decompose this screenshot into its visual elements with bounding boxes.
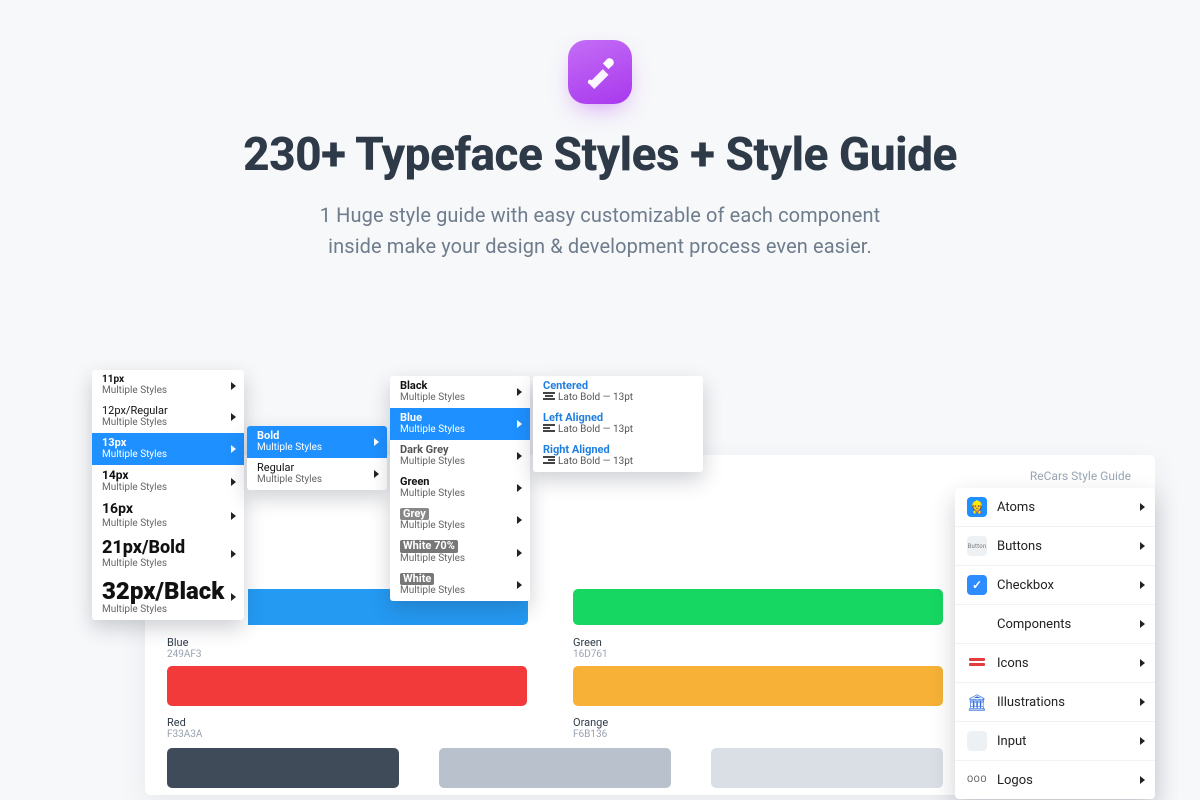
chevron-right-icon: [231, 445, 236, 453]
app-icon: [568, 40, 632, 104]
chevron-right-icon: [517, 484, 522, 492]
sidebar-item-label: Icons: [997, 656, 1029, 671]
atoms-icon: 👷: [967, 497, 987, 517]
sidebar-item-icons[interactable]: Icons: [955, 644, 1155, 683]
color-menu[interactable]: BlackMultiple Styles BlueMultiple Styles…: [390, 376, 530, 601]
swatch-red-label: Red F33A3A: [167, 710, 202, 740]
chevron-right-icon: [374, 438, 379, 446]
sidebar-item-label: Atoms: [997, 500, 1035, 515]
buttons-icon: Button: [967, 536, 987, 556]
chevron-right-icon: [1140, 503, 1145, 511]
weight-item-regular[interactable]: RegularMultiple Styles: [247, 458, 387, 490]
sidebar-item-label: Input: [997, 734, 1026, 749]
chevron-right-icon: [517, 420, 522, 428]
sidebar-item-label: Buttons: [997, 539, 1042, 554]
chevron-right-icon: [1140, 776, 1145, 784]
align-item-left[interactable]: Left Aligned Lato Bold — 13pt: [533, 408, 703, 440]
color-item-black[interactable]: BlackMultiple Styles: [390, 376, 530, 408]
sidebar-item-illustrations[interactable]: 🏛 Illustrations: [955, 683, 1155, 722]
size-item-13px[interactable]: 13pxMultiple Styles: [92, 433, 244, 465]
weight-menu[interactable]: BoldMultiple Styles RegularMultiple Styl…: [247, 426, 387, 490]
swatch-orange-label: Orange F6B136: [573, 710, 608, 740]
color-item-blue[interactable]: BlueMultiple Styles: [390, 408, 530, 440]
chevron-right-icon: [374, 470, 379, 478]
size-item-11px[interactable]: 11pxMultiple Styles: [92, 370, 244, 401]
align-item-right[interactable]: Right Aligned Lato Bold — 13pt: [533, 440, 703, 472]
color-item-grey[interactable]: GreyMultiple Styles: [390, 504, 530, 536]
swatch-red: [167, 666, 527, 706]
layers-panel[interactable]: 👷 Atoms Button Buttons ✓ Checkbox Compon…: [955, 488, 1155, 799]
sidebar-item-atoms[interactable]: 👷 Atoms: [955, 488, 1155, 527]
align-center-icon: [543, 392, 555, 401]
chevron-right-icon: [1140, 620, 1145, 628]
chevron-right-icon: [1140, 659, 1145, 667]
sidebar-item-logos[interactable]: ΟΟΟ Logos: [955, 761, 1155, 799]
align-menu[interactable]: Centered Lato Bold — 13pt Left Aligned L…: [533, 376, 703, 472]
chevron-right-icon: [231, 593, 236, 601]
color-item-white[interactable]: WhiteMultiple Styles: [390, 569, 530, 601]
chevron-right-icon: [517, 549, 522, 557]
style-guide-title: ReCars Style Guide: [1030, 469, 1131, 483]
size-item-14px[interactable]: 14pxMultiple Styles: [92, 465, 244, 498]
size-item-12px[interactable]: 12px/RegularMultiple Styles: [92, 401, 244, 433]
chevron-right-icon: [231, 413, 236, 421]
chevron-right-icon: [1140, 581, 1145, 589]
size-item-32px[interactable]: 32px/BlackMultiple Styles: [92, 574, 244, 620]
sidebar-item-checkbox[interactable]: ✓ Checkbox: [955, 566, 1155, 605]
align-left-icon: [543, 424, 555, 433]
swatch-blue-label: Blue 249AF3: [167, 630, 202, 660]
chevron-right-icon: [231, 550, 236, 558]
icons-icon: [967, 653, 987, 673]
swatch-green: [573, 589, 943, 625]
sidebar-item-buttons[interactable]: Button Buttons: [955, 527, 1155, 566]
components-icon: [967, 614, 987, 634]
color-item-white-70[interactable]: White 70%Multiple Styles: [390, 536, 530, 568]
color-item-green[interactable]: GreenMultiple Styles: [390, 472, 530, 504]
align-right-icon: [543, 456, 555, 465]
swatch-orange: [573, 666, 943, 706]
chevron-right-icon: [517, 516, 522, 524]
chevron-right-icon: [231, 512, 236, 520]
input-icon: [967, 731, 987, 751]
size-menu[interactable]: 11pxMultiple Styles 12px/RegularMultiple…: [92, 370, 244, 620]
checkbox-icon: ✓: [967, 575, 987, 595]
chevron-right-icon: [1140, 737, 1145, 745]
sidebar-item-label: Checkbox: [997, 578, 1054, 593]
sidebar-item-label: Components: [997, 617, 1071, 632]
sidebar-item-label: Illustrations: [997, 695, 1065, 710]
swatch-green-label: Green 16D761: [573, 630, 608, 660]
chevron-right-icon: [517, 388, 522, 396]
chevron-right-icon: [1140, 698, 1145, 706]
size-item-16px[interactable]: 16pxMultiple Styles: [92, 498, 244, 533]
align-item-centered[interactable]: Centered Lato Bold — 13pt: [533, 376, 703, 408]
hero-subtitle: 1 Huge style guide with easy customizabl…: [0, 200, 1200, 262]
chevron-right-icon: [231, 382, 236, 390]
chevron-right-icon: [517, 581, 522, 589]
sidebar-item-label: Logos: [997, 773, 1033, 788]
sidebar-item-components[interactable]: Components: [955, 605, 1155, 644]
hero-title: 230+ Typeface Styles + Style Guide: [0, 128, 1200, 182]
chevron-right-icon: [231, 478, 236, 486]
chevron-right-icon: [1140, 542, 1145, 550]
color-item-dark-grey[interactable]: Dark GreyMultiple Styles: [390, 440, 530, 472]
swatch-grey-row: [167, 748, 943, 788]
logos-icon: ΟΟΟ: [967, 770, 987, 790]
chevron-right-icon: [517, 452, 522, 460]
weight-item-bold[interactable]: BoldMultiple Styles: [247, 426, 387, 458]
illustrations-icon: 🏛: [967, 692, 987, 712]
sidebar-item-input[interactable]: Input: [955, 722, 1155, 761]
size-item-21px[interactable]: 21px/BoldMultiple Styles: [92, 534, 244, 574]
